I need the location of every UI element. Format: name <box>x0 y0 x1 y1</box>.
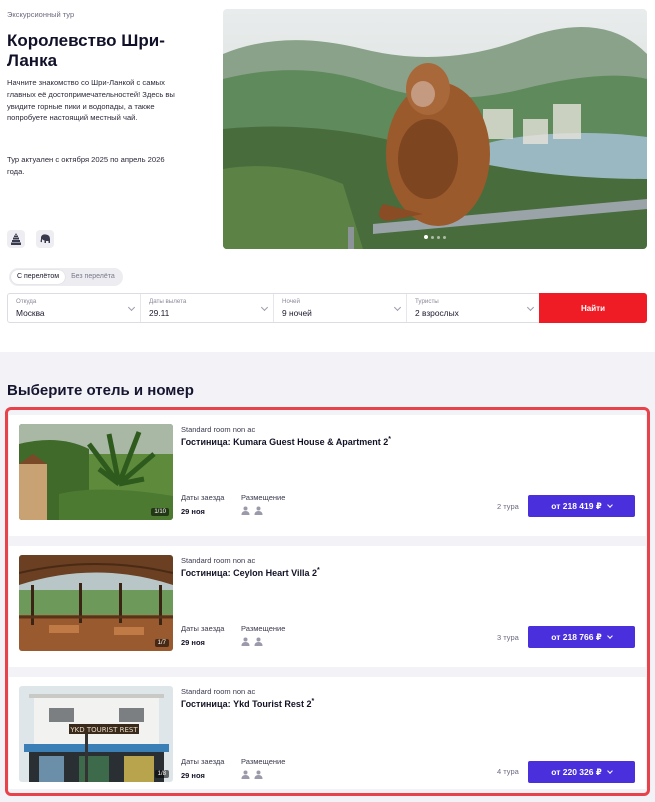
tour-header: Экскурсионный тур Королевство Шри-Ланка … <box>0 0 655 352</box>
hotel-name-text[interactable]: Гостиница: Kumara Guest House & Apartmen… <box>181 437 388 447</box>
hotels-section-title: Выберите отель и номер <box>7 382 194 399</box>
hotel-photo-pavilion <box>19 555 173 651</box>
from-label: Откуда <box>16 298 37 305</box>
without-flight-option[interactable]: Без перелёта <box>65 270 121 284</box>
flight-toggle[interactable]: С перелётом Без перелёта <box>9 268 123 286</box>
photo-counter: 1/8 <box>154 770 169 778</box>
room-type: Standard room non ac <box>181 425 256 434</box>
hotel-photo[interactable]: 1/10 <box>19 424 173 520</box>
nights-field[interactable]: Ночей 9 ночей <box>274 294 407 322</box>
hotel-photo-garden <box>19 424 173 520</box>
hotel-photo[interactable]: YKD TOURIST REST 1/8 <box>19 686 173 782</box>
checkin-label: Даты заезда <box>181 624 225 633</box>
checkin-value: 29 ноя <box>181 771 205 780</box>
hotel-name[interactable]: Гостиница: Ceylon Heart Villa 2* <box>181 567 320 578</box>
room-type: Standard room non ac <box>181 556 256 565</box>
tour-dates-note: Тур актуален с октября 2025 по апрель 20… <box>7 155 165 176</box>
chevron-down-icon <box>606 502 613 508</box>
hotel-card[interactable]: YKD TOURIST REST 1/8 Standard room non a… <box>9 677 646 789</box>
search-form: Откуда Москва Даты вылета 29.11 Ночей 9 … <box>7 293 647 323</box>
price-value[interactable]: от 220 326 ₽ <box>551 767 602 778</box>
checkin-value: 29 ноя <box>181 507 205 516</box>
tour-hero-image[interactable] <box>223 9 647 249</box>
placement-label: Размещение <box>241 493 286 502</box>
temple-icon[interactable] <box>7 230 25 248</box>
hotel-sign-text: YKD TOURIST REST <box>69 726 138 734</box>
person-icon <box>241 637 250 646</box>
tourists-label: Туристы <box>415 298 439 305</box>
person-icon <box>241 506 250 515</box>
star-mark: * <box>388 436 392 443</box>
photo-counter: 1/10 <box>151 508 169 516</box>
gallery-dot[interactable] <box>443 235 446 239</box>
hotel-name-text[interactable]: Гостиница: Ykd Tourist Rest 2 <box>181 699 311 709</box>
dates-field[interactable]: Даты вылета 29.11 <box>141 294 274 322</box>
dates-value: 29.11 <box>149 308 170 318</box>
price-button[interactable]: от 218 766 ₽ <box>528 626 635 648</box>
placement-label: Размещение <box>241 624 286 633</box>
guests-icons <box>241 637 263 646</box>
chevron-down-icon <box>606 768 613 774</box>
guests-icons <box>241 770 263 779</box>
checkin-label: Даты заезда <box>181 493 225 502</box>
nights-value: 9 ночей <box>282 308 312 318</box>
person-icon <box>254 770 263 779</box>
from-field[interactable]: Откуда Москва <box>8 294 141 322</box>
elephant-icon[interactable] <box>36 230 54 248</box>
gallery-dot[interactable] <box>437 235 440 239</box>
hotel-photo-building: YKD TOURIST REST <box>19 686 173 782</box>
hotel-photo[interactable]: 1/7 <box>19 555 173 651</box>
gallery-dot[interactable] <box>424 235 428 239</box>
checkin-value: 29 ноя <box>181 638 205 647</box>
hotel-name-text[interactable]: Гостиница: Ceylon Heart Villa 2 <box>181 568 317 578</box>
checkin-label: Даты заезда <box>181 757 225 766</box>
tours-count: 3 тура <box>497 633 519 642</box>
star-mark: * <box>316 567 320 574</box>
price-value[interactable]: от 218 419 ₽ <box>551 501 602 512</box>
tourists-value: 2 взрослых <box>415 308 459 318</box>
guests-icons <box>241 506 263 515</box>
tourists-field[interactable]: Туристы 2 взрослых <box>407 294 540 322</box>
nights-label: Ночей <box>282 298 300 305</box>
hero-monkey-photo <box>223 9 647 249</box>
with-flight-option[interactable]: С перелётом <box>11 270 66 284</box>
placement-label: Размещение <box>241 757 286 766</box>
person-icon <box>254 506 263 515</box>
tours-count: 4 тура <box>497 767 519 776</box>
room-type: Standard room non ac <box>181 687 256 696</box>
price-value[interactable]: от 218 766 ₽ <box>551 632 602 643</box>
person-icon <box>241 770 250 779</box>
tour-title: Королевство Шри-Ланка <box>7 31 165 70</box>
gallery-pagination[interactable] <box>223 235 647 239</box>
hotel-card[interactable]: 1/7 Standard room non ac Гостиница: Ceyl… <box>9 546 646 667</box>
from-value: Москва <box>16 308 45 318</box>
hotel-name[interactable]: Гостиница: Kumara Guest House & Apartmen… <box>181 436 391 447</box>
tours-count: 2 тура <box>497 502 519 511</box>
gallery-dot[interactable] <box>431 235 434 239</box>
hotel-card[interactable]: 1/10 Standard room non ac Гостиница: Kum… <box>9 415 646 536</box>
find-button[interactable]: Найти <box>539 293 647 323</box>
hotel-name[interactable]: Гостиница: Ykd Tourist Rest 2* <box>181 698 314 709</box>
dates-label: Даты вылета <box>149 298 187 305</box>
price-button[interactable]: от 218 419 ₽ <box>528 495 635 517</box>
price-button[interactable]: от 220 326 ₽ <box>528 761 635 783</box>
person-icon <box>254 637 263 646</box>
star-mark: * <box>311 698 315 705</box>
chevron-down-icon <box>606 633 613 639</box>
tour-description: Начните знакомство со Шри-Ланкой с самых… <box>7 78 175 123</box>
tour-type-label: Экскурсионный тур <box>7 10 75 19</box>
photo-counter: 1/7 <box>154 639 169 647</box>
